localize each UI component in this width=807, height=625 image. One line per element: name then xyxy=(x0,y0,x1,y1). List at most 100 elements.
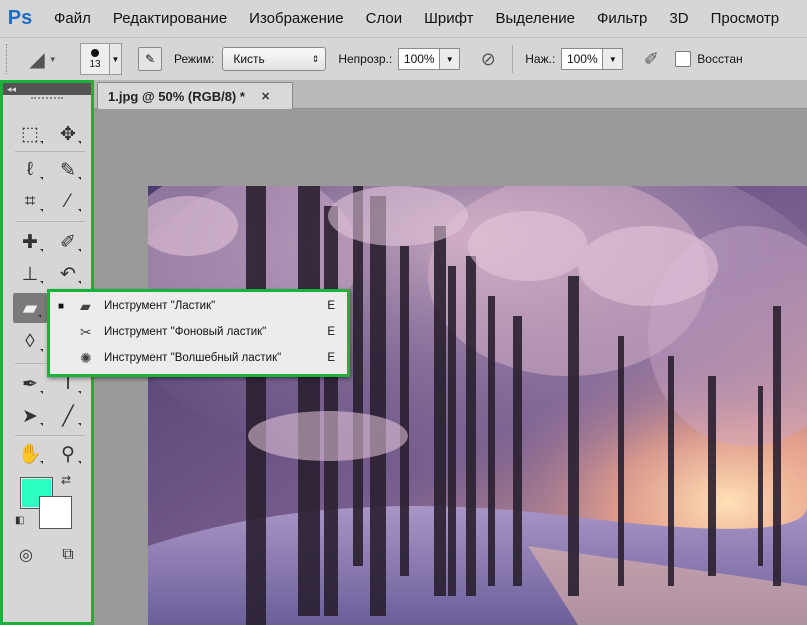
menu-layers[interactable]: Слои xyxy=(366,10,402,27)
background-color-swatch[interactable] xyxy=(39,496,72,529)
flyout-item-label: Инструмент "Фоновый ластик" xyxy=(104,326,267,338)
brush-tip-icon xyxy=(91,48,99,57)
brush-panel-toggle-button[interactable]: ✎ xyxy=(138,47,162,71)
eraser-icon: ◢ xyxy=(29,48,45,71)
menu-edit[interactable]: Редактирование xyxy=(113,10,227,27)
brush-icon: ✐ xyxy=(60,231,76,253)
airbrush-icon: ✐ xyxy=(643,48,659,69)
opacity-dropdown[interactable]: ▼ xyxy=(440,48,461,70)
eraser-icon: ▰ xyxy=(80,297,91,314)
flyout-item-shortcut: E xyxy=(327,326,335,338)
flyout-item-shortcut: E xyxy=(327,300,335,312)
updown-arrows-icon: ⇕ xyxy=(311,53,320,64)
lasso-tool[interactable]: ℓ xyxy=(11,155,49,185)
healing-brush-tool[interactable]: ✚ xyxy=(11,227,49,257)
photoshop-logo: Ps xyxy=(7,6,33,29)
flyout-item-label: Инструмент "Ластик" xyxy=(104,300,216,312)
quick-mask-icon[interactable]: ◎ xyxy=(15,546,37,564)
brush-tool[interactable]: ✐ xyxy=(49,227,87,257)
airbrush-button[interactable]: ✐ xyxy=(637,45,665,73)
line-icon: ╱ xyxy=(62,405,74,427)
mode-label: Режим: xyxy=(174,52,215,66)
clone-stamp-tool[interactable]: ⊥ xyxy=(11,259,49,289)
flyout-item-shortcut: E xyxy=(327,352,335,364)
tool-row: ✚ ✐ xyxy=(11,227,87,257)
document-tab-strip: 1.jpg @ 50% (RGB/8) * ✕ xyxy=(94,80,807,109)
erase-to-history-checkbox[interactable] xyxy=(675,51,692,67)
hand-tool[interactable]: ✋ xyxy=(11,439,49,469)
winter-forest-photo xyxy=(148,186,807,625)
menu-image[interactable]: Изображение xyxy=(249,10,344,27)
move-tool[interactable]: ✥ xyxy=(49,119,87,149)
crop-tool[interactable]: ⌗ xyxy=(11,187,49,217)
pen-tool[interactable]: ✒ xyxy=(11,369,49,399)
close-icon[interactable]: ✕ xyxy=(261,90,270,103)
mode-select[interactable]: Кисть ⇕ xyxy=(222,47,327,71)
flyout-item-label: Инструмент "Волшебный ластик" xyxy=(104,352,282,364)
swap-colors-icon[interactable]: ⇄ xyxy=(61,473,71,487)
drop-icon: ◊ xyxy=(25,331,35,352)
brush-size-picker[interactable]: 13 xyxy=(80,43,110,75)
history-brush-icon: ↶ xyxy=(60,263,76,285)
brush-size-value: 13 xyxy=(89,58,101,70)
tool-row: ➤ ╱ xyxy=(11,401,87,431)
quick-selection-tool[interactable]: ✎ xyxy=(49,155,87,185)
eraser-icon: ▰ xyxy=(22,297,38,319)
line-tool[interactable]: ╱ xyxy=(49,401,87,431)
options-bar: ◢ ▼ 13 ▼ ✎ Режим: Кисть ⇕ Непрозр.: 100% … xyxy=(0,37,807,81)
flyout-item-magic-eraser[interactable]: ✺ Инструмент "Волшебный ластик" E xyxy=(50,345,347,371)
eyedropper-icon: ⁄ xyxy=(66,191,70,212)
selected-bullet-icon: ■ xyxy=(58,300,65,312)
flow-input[interactable]: 100% xyxy=(561,48,604,70)
flyout-item-background-eraser[interactable]: ✂ Инструмент "Фоновый ластик" E xyxy=(50,319,347,345)
quick-selection-icon: ✎ xyxy=(60,159,76,181)
image-canvas[interactable] xyxy=(148,186,807,625)
default-colors-icon[interactable]: ◧ xyxy=(15,515,24,526)
menu-filter[interactable]: Фильтр xyxy=(597,10,647,27)
document-tab[interactable]: 1.jpg @ 50% (RGB/8) * ✕ xyxy=(97,82,293,109)
collapse-panel-icon[interactable]: ◂◂ xyxy=(3,83,91,95)
flow-dropdown[interactable]: ▼ xyxy=(603,48,624,70)
brush-panel-icon: ✎ xyxy=(144,52,156,66)
tool-divider xyxy=(15,435,85,436)
rectangular-marquee-tool[interactable]: ⬚ xyxy=(11,119,49,149)
menu-select[interactable]: Выделение xyxy=(496,10,575,27)
tool-row: ℓ ✎ xyxy=(11,155,87,185)
menu-file[interactable]: Файл xyxy=(54,10,91,27)
path-selection-tool[interactable]: ➤ xyxy=(11,401,49,431)
tool-divider xyxy=(15,221,85,222)
tool-row: ✋ ⚲ xyxy=(11,439,87,469)
history-brush-tool[interactable]: ↶ xyxy=(49,259,87,289)
brush-picker-dropdown[interactable]: ▼ xyxy=(110,43,122,75)
hand-icon: ✋ xyxy=(18,444,42,465)
mode-value: Кисть xyxy=(233,52,265,66)
eraser-tool[interactable]: ▰ xyxy=(13,293,47,323)
options-grip[interactable] xyxy=(6,44,12,74)
move-icon: ✥ xyxy=(60,123,76,145)
separator xyxy=(512,45,514,73)
bandage-icon: ✚ xyxy=(22,231,38,253)
pressure-opacity-button[interactable]: ⊘ xyxy=(474,45,502,73)
eraser-tools-flyout: ■ ▰ Инструмент "Ластик" E ✂ Инструмент "… xyxy=(47,289,350,377)
menu-3d[interactable]: 3D xyxy=(669,10,688,27)
lasso-icon: ℓ xyxy=(26,159,34,180)
panel-grip[interactable] xyxy=(31,97,63,107)
magic-eraser-icon: ✺ xyxy=(80,349,92,366)
flyout-item-eraser[interactable]: ■ ▰ Инструмент "Ластик" E xyxy=(50,293,347,319)
tool-row: ⬚ ✥ xyxy=(11,119,87,149)
crop-icon: ⌗ xyxy=(24,191,36,212)
pen-icon: ✒ xyxy=(22,373,38,395)
menu-type[interactable]: Шрифт xyxy=(424,10,473,27)
tool-preset-picker[interactable]: ◢ ▼ xyxy=(20,44,66,74)
zoom-tool[interactable]: ⚲ xyxy=(49,439,87,469)
magnifier-icon: ⚲ xyxy=(61,443,75,465)
eyedropper-tool[interactable]: ⁄ xyxy=(49,187,87,217)
opacity-input[interactable]: 100% xyxy=(398,48,441,70)
opacity-label: Непрозр.: xyxy=(338,52,393,66)
pressure-pen-icon: ⊘ xyxy=(480,48,496,69)
blur-tool[interactable]: ◊ xyxy=(11,327,49,357)
background-eraser-icon: ✂ xyxy=(80,323,92,340)
arrow-cursor-icon: ➤ xyxy=(22,405,38,427)
screen-mode-icon[interactable]: ⧉ xyxy=(57,546,79,564)
menu-view[interactable]: Просмотр xyxy=(711,10,780,27)
